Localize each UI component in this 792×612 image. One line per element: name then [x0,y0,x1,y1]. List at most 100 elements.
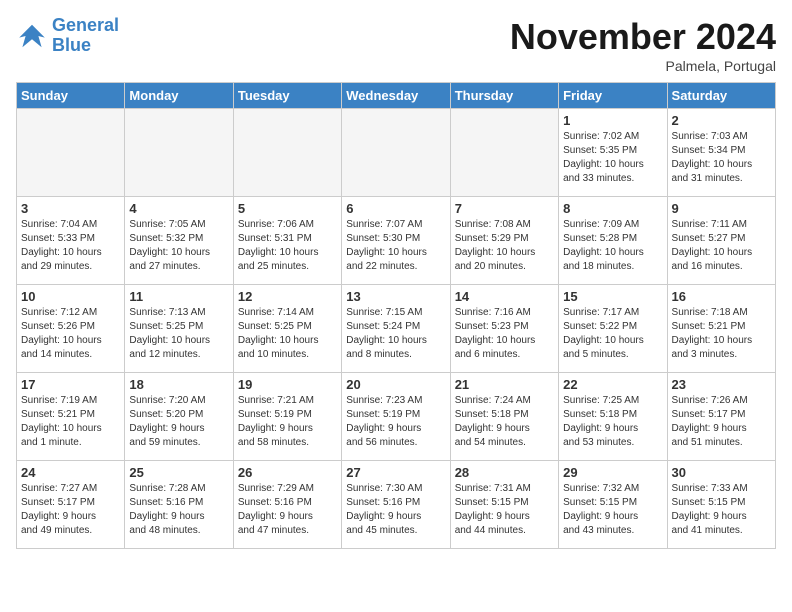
day-cell [233,109,341,197]
week-row-3: 10 Sunrise: 7:12 AM Sunset: 5:26 PM Dayli… [17,285,776,373]
day-cell: 10 Sunrise: 7:12 AM Sunset: 5:26 PM Dayli… [17,285,125,373]
day-cell: 22 Sunrise: 7:25 AM Sunset: 5:18 PM Dayli… [559,373,667,461]
day-cell: 20Sunrise: 7:23 AM Sunset: 5:19 PM Dayli… [342,373,450,461]
day-cell: 30 Sunrise: 7:33 AM Sunset: 5:15 PM Dayli… [667,461,775,549]
day-number: 2 [672,113,771,128]
day-info: Sunrise: 7:28 AM Sunset: 5:16 PM Dayligh… [129,482,228,538]
logo-icon [16,20,48,52]
day-info: Sunrise: 7:32 AM Sunset: 5:15 PM Dayligh… [563,482,662,538]
day-cell: 24Sunrise: 7:27 AM Sunset: 5:17 PM Dayli… [17,461,125,549]
day-info: Sunrise: 7:17 AM Sunset: 5:22 PM Dayligh… [563,306,662,362]
day-cell: 6 Sunrise: 7:07 AM Sunset: 5:30 PM Daylig… [342,197,450,285]
day-number: 23 [672,377,771,392]
day-cell: 17 Sunrise: 7:19 AM Sunset: 5:21 PM Dayli… [17,373,125,461]
day-info: Sunrise: 7:20 AM Sunset: 5:20 PM Dayligh… [129,394,228,450]
day-cell: 16 Sunrise: 7:18 AM Sunset: 5:21 PM Dayli… [667,285,775,373]
day-cell: 18Sunrise: 7:20 AM Sunset: 5:20 PM Dayli… [125,373,233,461]
day-info: Sunrise: 7:14 AM Sunset: 5:25 PM Dayligh… [238,306,337,362]
page-header: General Blue November 2024 Palmela, Port… [16,16,776,74]
weekday-sunday: Sunday [17,83,125,109]
logo-line1: General [52,15,119,35]
week-row-4: 17 Sunrise: 7:19 AM Sunset: 5:21 PM Dayli… [17,373,776,461]
weekday-monday: Monday [125,83,233,109]
day-info: Sunrise: 7:09 AM Sunset: 5:28 PM Dayligh… [563,218,662,274]
week-row-1: 1Sunrise: 7:02 AM Sunset: 5:35 PM Daylig… [17,109,776,197]
day-number: 14 [455,289,554,304]
day-cell: 12 Sunrise: 7:14 AM Sunset: 5:25 PM Dayli… [233,285,341,373]
day-cell: 9 Sunrise: 7:11 AM Sunset: 5:27 PM Daylig… [667,197,775,285]
day-number: 17 [21,377,120,392]
day-number: 13 [346,289,445,304]
day-number: 26 [238,465,337,480]
day-number: 8 [563,201,662,216]
day-info: Sunrise: 7:26 AM Sunset: 5:17 PM Dayligh… [672,394,771,450]
weekday-wednesday: Wednesday [342,83,450,109]
day-info: Sunrise: 7:08 AM Sunset: 5:29 PM Dayligh… [455,218,554,274]
day-info: Sunrise: 7:29 AM Sunset: 5:16 PM Dayligh… [238,482,337,538]
day-cell: 23 Sunrise: 7:26 AM Sunset: 5:17 PM Dayli… [667,373,775,461]
day-number: 27 [346,465,445,480]
day-info: Sunrise: 7:11 AM Sunset: 5:27 PM Dayligh… [672,218,771,274]
week-row-2: 3 Sunrise: 7:04 AM Sunset: 5:33 PM Daylig… [17,197,776,285]
day-cell: 27 Sunrise: 7:30 AM Sunset: 5:16 PM Dayli… [342,461,450,549]
day-cell: 3 Sunrise: 7:04 AM Sunset: 5:33 PM Daylig… [17,197,125,285]
day-number: 4 [129,201,228,216]
day-info: Sunrise: 7:07 AM Sunset: 5:30 PM Dayligh… [346,218,445,274]
day-number: 30 [672,465,771,480]
day-cell: 26 Sunrise: 7:29 AM Sunset: 5:16 PM Dayli… [233,461,341,549]
day-number: 7 [455,201,554,216]
day-cell: 11Sunrise: 7:13 AM Sunset: 5:25 PM Dayli… [125,285,233,373]
day-number: 25 [129,465,228,480]
day-number: 1 [563,113,662,128]
day-cell [125,109,233,197]
day-info: Sunrise: 7:16 AM Sunset: 5:23 PM Dayligh… [455,306,554,362]
day-info: Sunrise: 7:15 AM Sunset: 5:24 PM Dayligh… [346,306,445,362]
logo-text: General Blue [52,16,119,56]
day-cell [342,109,450,197]
day-number: 9 [672,201,771,216]
day-cell: 15 Sunrise: 7:17 AM Sunset: 5:22 PM Dayli… [559,285,667,373]
day-number: 12 [238,289,337,304]
logo: General Blue [16,16,119,56]
day-info: Sunrise: 7:25 AM Sunset: 5:18 PM Dayligh… [563,394,662,450]
day-number: 10 [21,289,120,304]
day-cell: 5 Sunrise: 7:06 AM Sunset: 5:31 PM Daylig… [233,197,341,285]
day-number: 3 [21,201,120,216]
day-info: Sunrise: 7:31 AM Sunset: 5:15 PM Dayligh… [455,482,554,538]
day-cell: 1Sunrise: 7:02 AM Sunset: 5:35 PM Daylig… [559,109,667,197]
day-info: Sunrise: 7:04 AM Sunset: 5:33 PM Dayligh… [21,218,120,274]
day-cell [17,109,125,197]
day-info: Sunrise: 7:13 AM Sunset: 5:25 PM Dayligh… [129,306,228,362]
day-number: 6 [346,201,445,216]
day-number: 21 [455,377,554,392]
day-number: 16 [672,289,771,304]
day-info: Sunrise: 7:12 AM Sunset: 5:26 PM Dayligh… [21,306,120,362]
day-cell: 14 Sunrise: 7:16 AM Sunset: 5:23 PM Dayli… [450,285,558,373]
day-cell [450,109,558,197]
week-row-5: 24Sunrise: 7:27 AM Sunset: 5:17 PM Dayli… [17,461,776,549]
day-cell: 8 Sunrise: 7:09 AM Sunset: 5:28 PM Daylig… [559,197,667,285]
weekday-thursday: Thursday [450,83,558,109]
day-cell: 7 Sunrise: 7:08 AM Sunset: 5:29 PM Daylig… [450,197,558,285]
day-cell: 19 Sunrise: 7:21 AM Sunset: 5:19 PM Dayli… [233,373,341,461]
day-info: Sunrise: 7:06 AM Sunset: 5:31 PM Dayligh… [238,218,337,274]
day-info: Sunrise: 7:21 AM Sunset: 5:19 PM Dayligh… [238,394,337,450]
weekday-friday: Friday [559,83,667,109]
day-info: Sunrise: 7:24 AM Sunset: 5:18 PM Dayligh… [455,394,554,450]
day-number: 28 [455,465,554,480]
day-number: 19 [238,377,337,392]
day-info: Sunrise: 7:19 AM Sunset: 5:21 PM Dayligh… [21,394,120,450]
month-title: November 2024 [510,16,776,58]
day-number: 5 [238,201,337,216]
day-number: 22 [563,377,662,392]
day-cell: 25 Sunrise: 7:28 AM Sunset: 5:16 PM Dayli… [125,461,233,549]
day-cell: 21 Sunrise: 7:24 AM Sunset: 5:18 PM Dayli… [450,373,558,461]
day-cell: 28 Sunrise: 7:31 AM Sunset: 5:15 PM Dayli… [450,461,558,549]
day-info: Sunrise: 7:30 AM Sunset: 5:16 PM Dayligh… [346,482,445,538]
day-info: Sunrise: 7:33 AM Sunset: 5:15 PM Dayligh… [672,482,771,538]
day-info: Sunrise: 7:27 AM Sunset: 5:17 PM Dayligh… [21,482,120,538]
day-number: 15 [563,289,662,304]
day-info: Sunrise: 7:18 AM Sunset: 5:21 PM Dayligh… [672,306,771,362]
day-number: 29 [563,465,662,480]
day-info: Sunrise: 7:05 AM Sunset: 5:32 PM Dayligh… [129,218,228,274]
